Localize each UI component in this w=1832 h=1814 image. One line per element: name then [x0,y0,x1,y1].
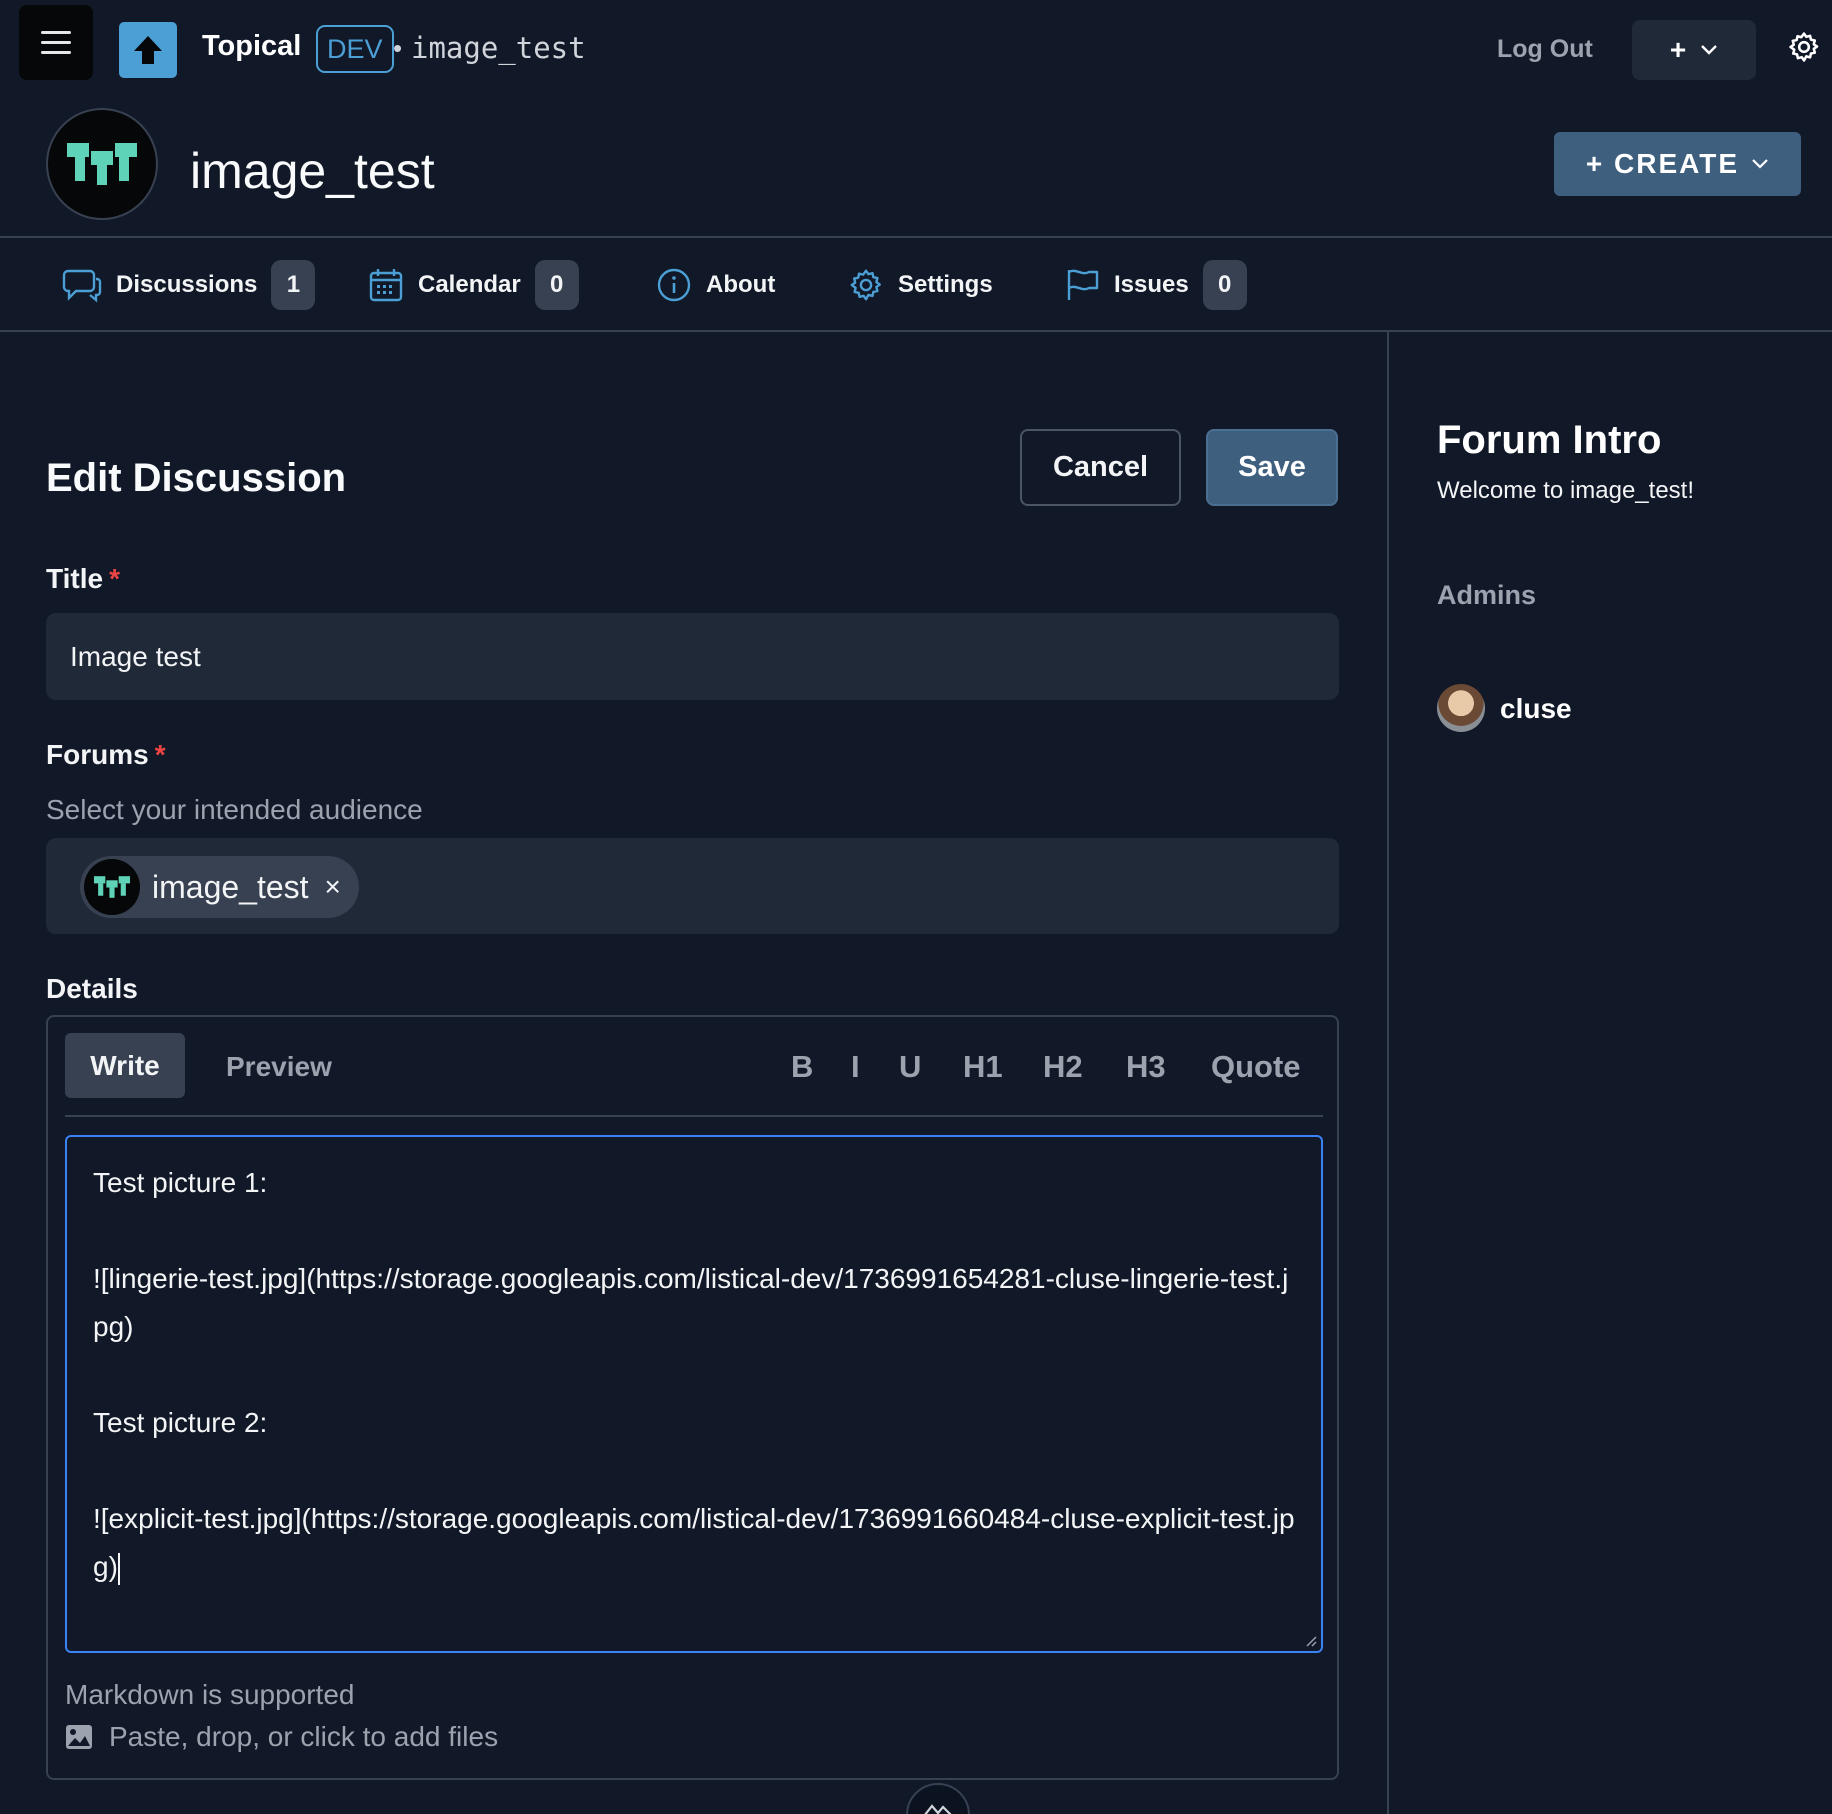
tab-label: About [706,271,776,298]
chat-icon [62,269,102,303]
top-bar: Topical DEV • image_test Log Out + [0,0,1832,100]
title-label-text: Title [46,563,104,594]
tab-write[interactable]: Write [65,1033,185,1098]
forum-logo-icon [67,143,137,185]
forum-title: image_test [190,143,435,199]
forum-chip-avatar [84,859,140,915]
forums-select[interactable]: image_test × [46,838,1339,934]
tab-label: Discussions [116,271,258,298]
tab-label: Settings [898,271,993,298]
logout-link[interactable]: Log Out [1497,35,1593,64]
remove-chip-button[interactable]: × [325,871,341,903]
menu-line [41,41,71,44]
required-mark: * [154,739,166,770]
calendar-count-badge: 0 [534,260,579,310]
chevron-down-icon [1701,45,1718,55]
tab-label: Calendar [418,271,521,298]
h3-button[interactable]: H3 [1126,1049,1166,1085]
tab-preview[interactable]: Preview [226,1051,332,1083]
forum-logo-icon [94,876,130,898]
create-label: + CREATE [1585,148,1740,179]
tab-label: Issues [1114,271,1189,298]
tab-about[interactable]: About [656,260,775,310]
new-item-menu-button[interactable]: + [1632,20,1756,80]
calendar-icon [369,269,403,302]
bold-button[interactable]: B [791,1049,813,1085]
site-logo-badge[interactable] [906,1783,970,1814]
app-logo-icon[interactable] [119,22,177,78]
chevron-down-icon [1752,159,1768,169]
avatar[interactable] [1437,684,1485,732]
brand-name[interactable]: Topical [202,30,301,63]
tab-issues[interactable]: Issues 0 [1064,260,1247,310]
details-textarea[interactable]: Test picture 1: ![lingerie-test.jpg](htt… [65,1135,1323,1653]
create-button[interactable]: + CREATE [1554,132,1801,196]
resize-grip-icon[interactable] [1305,1635,1317,1647]
title-label: Title * [46,563,120,595]
hamburger-menu-button[interactable] [19,5,93,80]
details-content: Test picture 1: ![lingerie-test.jpg](htt… [93,1167,1295,1582]
up-arrow-icon [134,36,162,64]
mountain-icon [924,1804,952,1814]
forum-avatar [46,108,158,220]
gear-icon [850,269,881,301]
info-icon [657,268,691,302]
menu-line [41,51,71,54]
markdown-editor: Write Preview B I U H1 H2 H3 Quote Test … [46,1015,1339,1780]
forum-chip-label: image_test [152,868,309,905]
title-input[interactable]: Image test [46,613,1339,700]
admin-name-link[interactable]: cluse [1500,693,1572,725]
h1-button[interactable]: H1 [963,1049,1003,1085]
breadcrumb-separator: • [393,33,403,63]
sidebar-welcome: Welcome to image_test! [1437,477,1695,504]
h2-button[interactable]: H2 [1043,1049,1083,1085]
forums-label-text: Forums [46,739,149,770]
plus-label: + [1669,34,1687,65]
divider [0,330,1832,332]
attach-label: Paste, drop, or click to add files [109,1721,499,1752]
page-title: Edit Discussion [46,456,347,500]
divider [65,1115,1323,1117]
save-button[interactable]: Save [1206,429,1338,506]
discussions-count-badge: 1 [271,260,316,310]
flag-icon [1067,269,1099,300]
tab-calendar[interactable]: Calendar 0 [368,260,579,310]
sidebar-divider [1387,332,1389,1814]
markdown-note: Markdown is supported [65,1679,355,1710]
details-label: Details [46,973,138,1004]
forums-label: Forums * [46,739,166,771]
forums-hint: Select your intended audience [46,794,423,825]
tab-discussions[interactable]: Discussions 1 [62,260,316,310]
quote-button[interactable]: Quote [1211,1049,1301,1085]
settings-gear-icon[interactable] [1787,30,1821,64]
text-caret [117,1552,120,1585]
admins-heading: Admins [1437,580,1537,610]
menu-line [41,31,71,34]
sidebar-title: Forum Intro [1437,418,1662,462]
forum-chip: image_test × [80,856,359,918]
italic-button[interactable]: I [851,1049,860,1085]
underline-button[interactable]: U [899,1049,921,1085]
required-mark: * [109,563,120,594]
env-badge: DEV [316,25,394,73]
attach-files-button[interactable]: Paste, drop, or click to add files [65,1721,498,1753]
issues-count-badge: 0 [1202,260,1247,310]
breadcrumb[interactable]: image_test [411,31,586,65]
cancel-button[interactable]: Cancel [1020,429,1181,506]
tab-settings[interactable]: Settings [848,260,993,310]
forum-tabs: Discussions 1 Calendar 0 About Settings [0,238,1832,331]
image-icon [66,1725,92,1749]
